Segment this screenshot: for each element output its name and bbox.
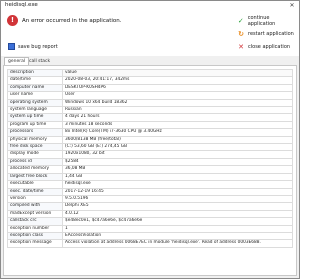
table-row[interactable]: largest free block 1,44 GB — [7, 172, 293, 182]
row-description: exception class — [7, 231, 63, 241]
row-value: 1 — [62, 224, 293, 233]
row-value: User — [62, 91, 293, 100]
bug-report-icon — [8, 43, 15, 50]
table-row[interactable]: exception number 1 — [7, 224, 293, 233]
row-description: version — [7, 194, 63, 204]
table-row[interactable]: user name User — [7, 91, 293, 100]
row-value: Russian — [62, 106, 293, 115]
tab-strip: general call stack — [1, 56, 299, 65]
close-application-label: close application — [248, 44, 291, 50]
row-description: callstack crc — [7, 217, 63, 226]
save-bug-report-label: save bug report — [18, 43, 58, 50]
row-value: 9.5.0.5196 — [62, 194, 293, 204]
row-description: user name — [7, 91, 63, 100]
row-value: 3600/8138 MB (free/total) — [62, 135, 293, 145]
table-row[interactable]: madExcept version 4.0.12 — [7, 209, 293, 219]
row-description: free disk space — [7, 143, 63, 152]
title-bar: heidisql.exe ✕ — [1, 1, 299, 10]
close-application-button[interactable]: ✕ close application — [237, 42, 297, 52]
row-value: EAccessViolation — [62, 231, 293, 241]
table-row[interactable]: operating system Windows 10 x64 build 183… — [7, 98, 293, 108]
row-value: $2584 — [62, 157, 293, 167]
row-description: process id — [7, 157, 63, 167]
row-value: 4.0.12 — [62, 209, 293, 219]
table-row[interactable]: physical memory 3600/8138 MB (free/total) — [7, 135, 293, 145]
bug-report-table: description value date/time 2020-08-03, 2… — [7, 68, 293, 248]
tab-call-stack[interactable]: call stack — [26, 58, 53, 65]
table-row[interactable]: version 9.5.0.5196 — [7, 194, 293, 204]
save-bug-report-button[interactable]: save bug report — [5, 41, 61, 52]
row-description: computer name — [7, 83, 63, 93]
row-value: Windows 10 x64 build 18362 — [62, 98, 293, 108]
row-value: heidisql.exe — [62, 180, 293, 189]
table-row[interactable]: program up time 3 minutes 18 seconds — [7, 120, 293, 130]
error-header: ! An error occurred in the application. … — [1, 10, 299, 56]
row-value: 2017-12-19 16:45 — [62, 187, 293, 196]
row-description: display mode — [7, 150, 63, 159]
continue-application-label: continue application — [247, 15, 276, 27]
window-title: heidisql.exe — [5, 2, 38, 8]
row-description: system up time — [7, 113, 63, 122]
row-value: Access violation at address 0068E7EC in … — [62, 239, 293, 248]
table-row[interactable]: exec. date/time 2017-12-19 16:45 — [7, 187, 293, 196]
column-header-value: value — [62, 68, 293, 78]
table-row[interactable]: display mode 1920x1080, 32 bit — [7, 150, 293, 159]
restart-application-label: restart application — [248, 31, 294, 37]
table-row[interactable]: system language Russian — [7, 106, 293, 115]
error-message: An error occurred in the application. — [22, 18, 122, 24]
table-row[interactable]: processors 8x Intel(R) Core(TM) i7-3630 C… — [7, 128, 293, 137]
general-info-panel: description value date/time 2020-08-03, 2… — [3, 65, 297, 276]
row-value: 4 days 21 hours — [62, 113, 293, 122]
row-description: madExcept version — [7, 209, 63, 219]
madexcept-dialog: heidisql.exe ✕ ! An error occurred in th… — [0, 0, 300, 279]
row-value: 8x Intel(R) Core(TM) i7-3630 CPU @ 3.40G… — [62, 128, 293, 137]
row-description: allocated memory — [7, 165, 63, 174]
row-description: processors — [7, 128, 63, 137]
row-description: date/time — [7, 76, 63, 85]
table-row[interactable]: computer name DESKTOP-K0SH4P6 — [7, 83, 293, 93]
row-value: $e48ec0e1, $c47a6e6e, $c47a6e6e — [62, 217, 293, 226]
table-row[interactable]: exception message Access violation at add… — [7, 239, 293, 248]
row-value: 3 minutes 18 seconds — [62, 120, 293, 130]
row-description: compiled with — [7, 202, 63, 211]
row-value: 1920x1080, 32 bit — [62, 150, 293, 159]
table-row[interactable]: compiled with Delphi XE5 — [7, 202, 293, 211]
row-description: executable — [7, 180, 63, 189]
row-value: Delphi XE5 — [62, 202, 293, 211]
table-row[interactable]: system up time 4 days 21 hours — [7, 113, 293, 122]
row-description: program up time — [7, 120, 63, 130]
close-x-icon: ✕ — [238, 43, 244, 51]
row-value: 36,08 MB — [62, 165, 293, 174]
table-row[interactable]: date/time 2020-08-03, 20:41:17, 342ms — [7, 76, 293, 85]
continue-application-button[interactable]: ✓ continue application — [237, 15, 297, 27]
restart-application-button[interactable]: ↻ restart application — [237, 29, 297, 39]
window-close-button[interactable]: ✕ — [285, 1, 299, 10]
row-description: exception number — [7, 224, 63, 233]
row-value: DESKTOP-K0SH4P6 — [62, 83, 293, 93]
table-row[interactable]: executable heidisql.exe — [7, 180, 293, 189]
table-row[interactable]: free disk space (C:) 53,60 GB (E:) 274,45… — [7, 143, 293, 152]
table-header-row: description value — [7, 68, 293, 78]
table-row[interactable]: callstack crc $e48ec0e1, $c47a6e6e, $c47a… — [7, 217, 293, 226]
restart-icon: ↻ — [238, 30, 244, 38]
table-row[interactable]: process id $2584 — [7, 157, 293, 167]
row-description: exec. date/time — [7, 187, 63, 196]
row-value: 1,44 GB — [62, 172, 293, 182]
row-description: largest free block — [7, 172, 63, 182]
error-icon: ! — [7, 15, 18, 26]
row-description: operating system — [7, 98, 63, 108]
row-description: exception message — [7, 239, 63, 248]
row-description: system language — [7, 106, 63, 115]
table-row[interactable]: exception class EAccessViolation — [7, 231, 293, 241]
table-row[interactable]: allocated memory 36,08 MB — [7, 165, 293, 174]
row-value: 2020-08-03, 20:41:17, 342ms — [62, 76, 293, 85]
column-header-description: description — [7, 68, 63, 78]
row-description: physical memory — [7, 135, 63, 145]
checkmark-icon: ✓ — [237, 17, 244, 25]
row-value: (C:) 53,60 GB (E:) 274,45 GB — [62, 143, 293, 152]
